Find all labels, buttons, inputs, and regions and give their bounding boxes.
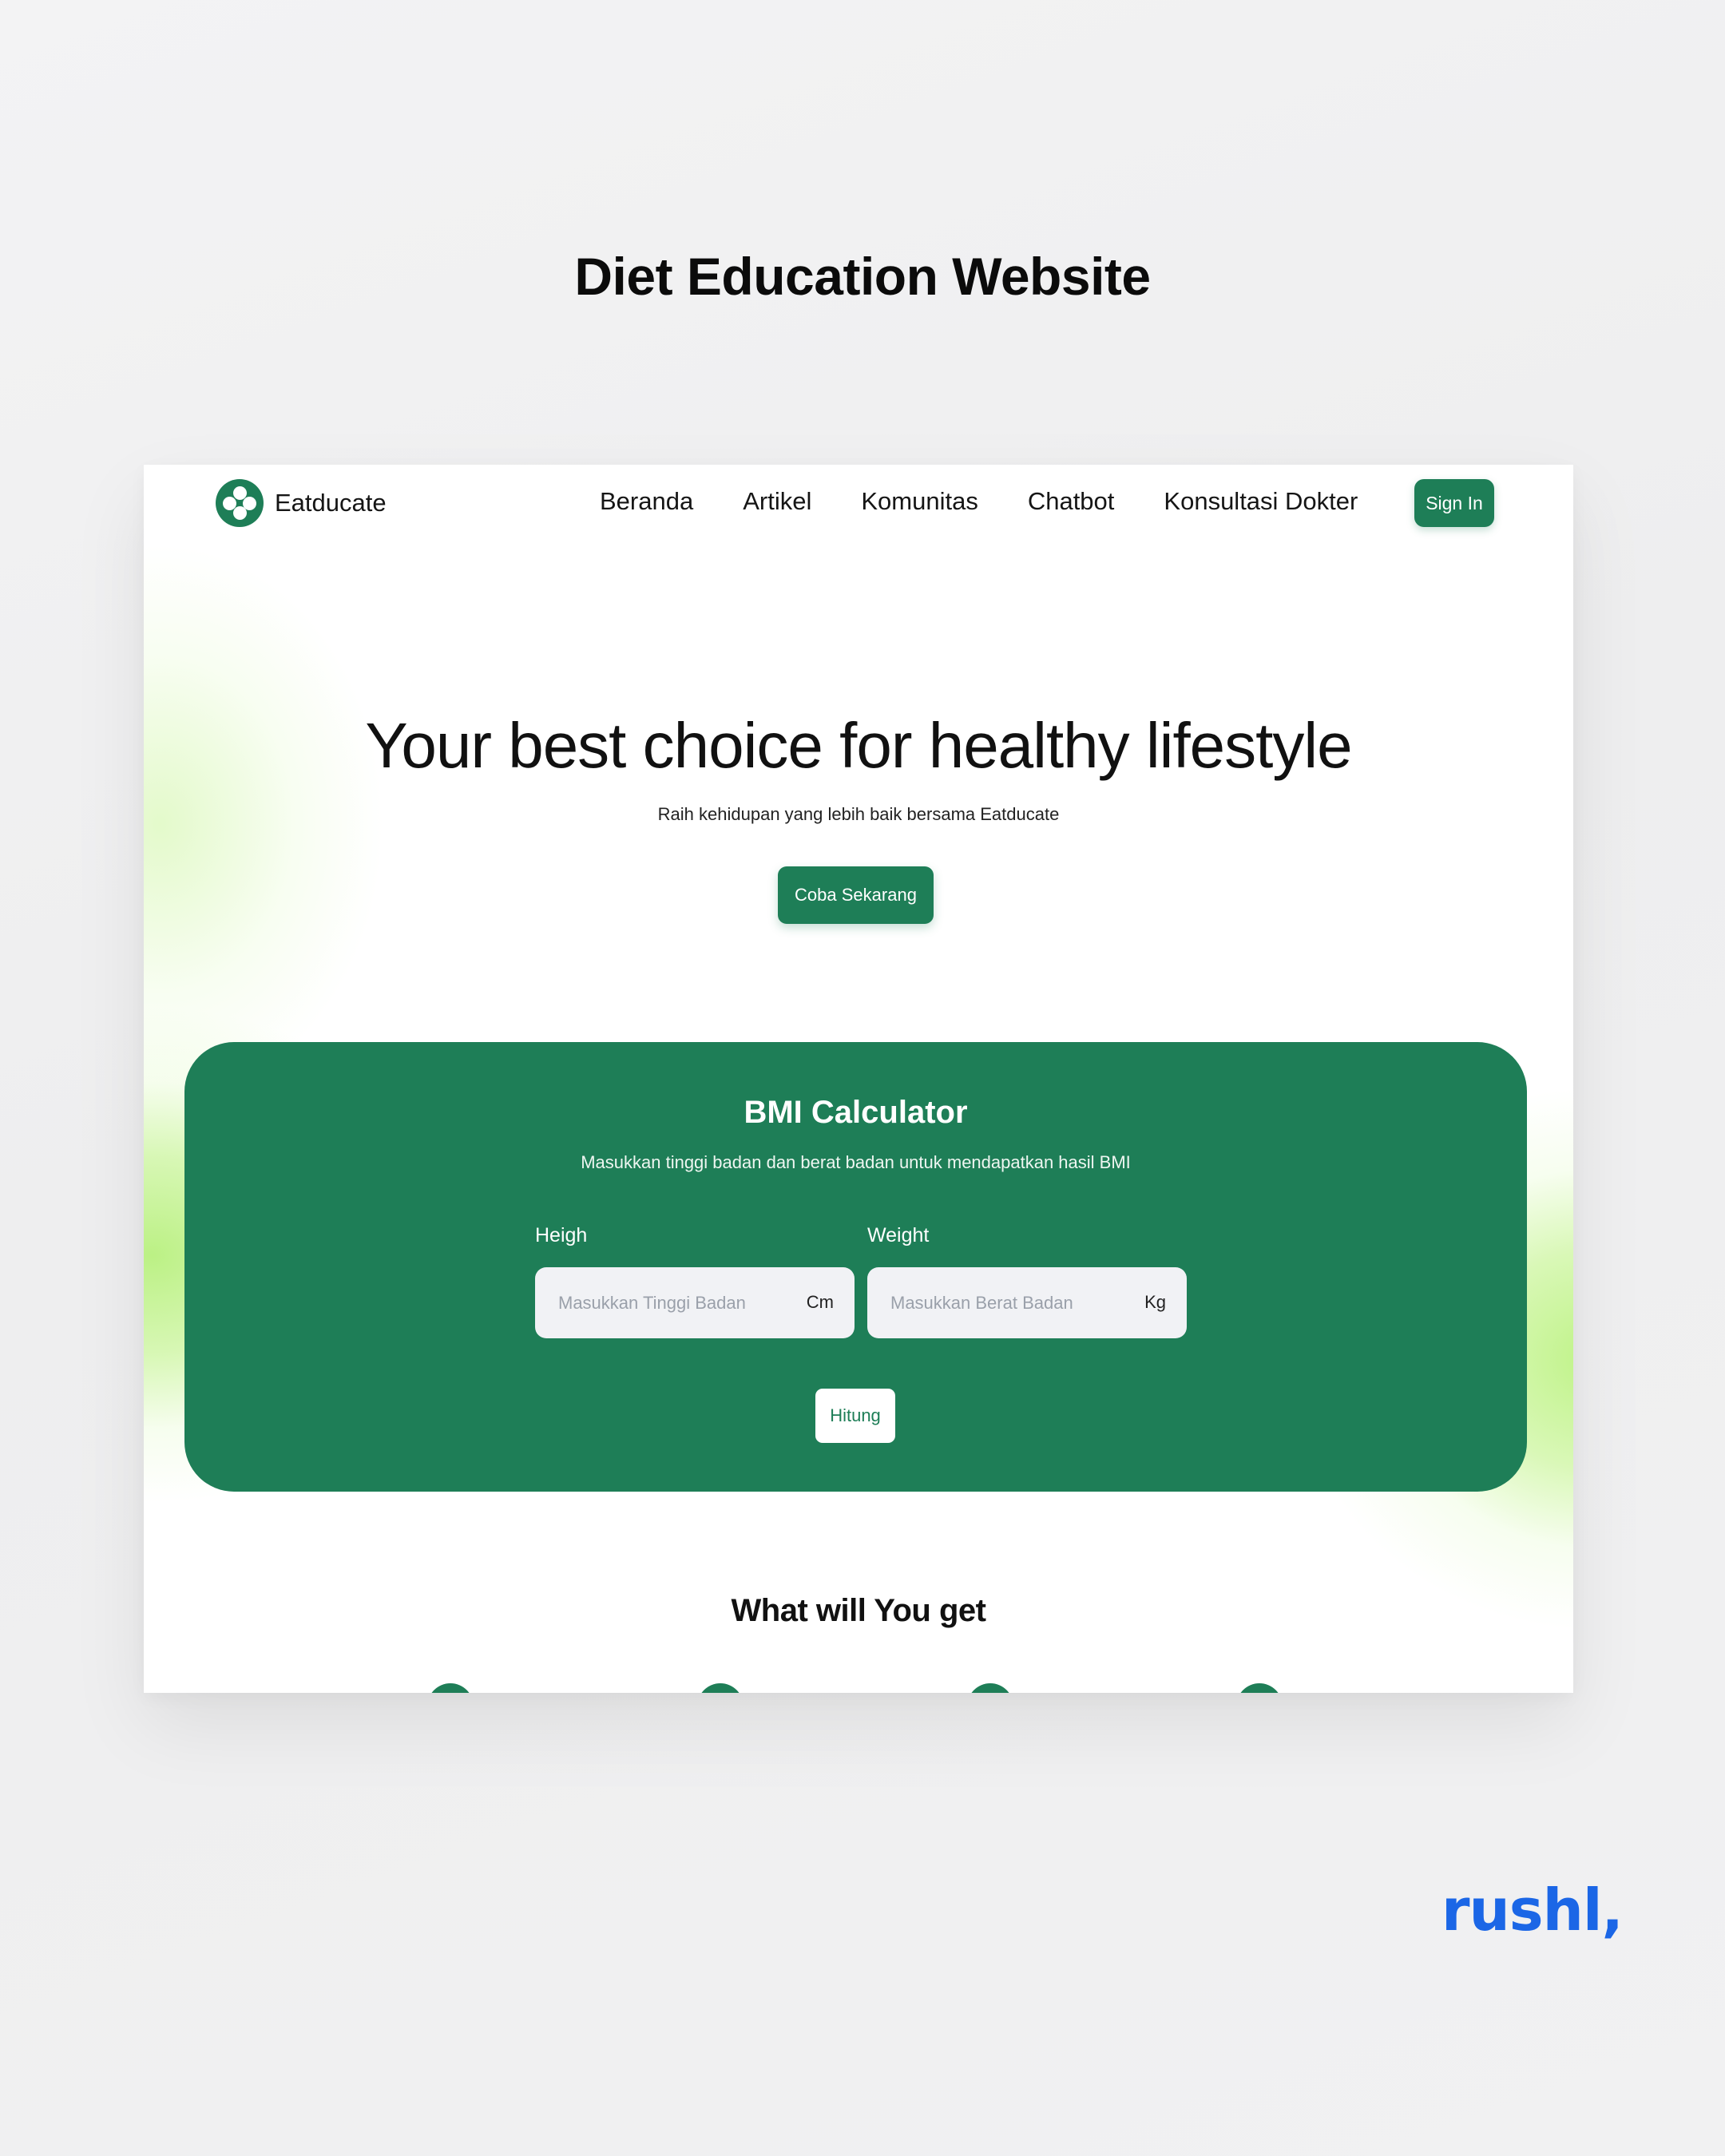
nav-link-konsultasi-dokter[interactable]: Konsultasi Dokter (1164, 487, 1358, 516)
height-input-box: Cm (535, 1267, 855, 1338)
sign-in-button[interactable]: Sign In (1414, 479, 1494, 527)
navbar: Eatducate Beranda Artikel Komunitas Chat… (144, 465, 1573, 541)
feature-icon-2 (697, 1683, 744, 1693)
nav-link-komunitas[interactable]: Komunitas (861, 487, 978, 516)
weight-unit: Kg (1144, 1292, 1166, 1312)
weight-input-box: Kg (867, 1267, 1187, 1338)
bmi-description: Masukkan tinggi badan dan berat badan un… (581, 1152, 1131, 1172)
hero-title: Your best choice for healthy lifestyle (365, 710, 1352, 781)
feature-icon-1 (427, 1683, 474, 1693)
author-signature: rushl, (1441, 1877, 1624, 1944)
bmi-calculator-card: BMI Calculator Masukkan tinggi badan dan… (184, 1042, 1527, 1492)
four-dot-flower-icon (216, 479, 264, 527)
height-label: Heigh (535, 1224, 588, 1246)
try-now-button[interactable]: Coba Sekarang (778, 866, 934, 924)
weight-input[interactable] (890, 1267, 1114, 1338)
hero-subtitle: Raih kehidupan yang lebih baik bersama E… (657, 804, 1060, 824)
bmi-title: BMI Calculator (744, 1095, 968, 1130)
feature-icon-3 (967, 1683, 1013, 1693)
height-unit: Cm (806, 1292, 834, 1312)
calculate-button[interactable]: Hitung (815, 1389, 895, 1443)
nav-link-artikel[interactable]: Artikel (743, 487, 811, 516)
height-input[interactable] (558, 1267, 782, 1338)
website-screenshot: Eatducate Beranda Artikel Komunitas Chat… (144, 465, 1573, 1693)
features-section-title: What will You get (731, 1593, 986, 1628)
nav-link-chatbot[interactable]: Chatbot (1028, 487, 1115, 516)
feature-icon-4 (1236, 1683, 1283, 1693)
weight-label: Weight (867, 1224, 930, 1246)
presentation-title: Diet Education Website (574, 247, 1151, 306)
logo[interactable]: Eatducate (216, 479, 387, 527)
nav-links: Beranda Artikel Komunitas Chatbot Konsul… (600, 487, 1358, 516)
nav-link-beranda[interactable]: Beranda (600, 487, 693, 516)
logo-text: Eatducate (275, 489, 387, 517)
